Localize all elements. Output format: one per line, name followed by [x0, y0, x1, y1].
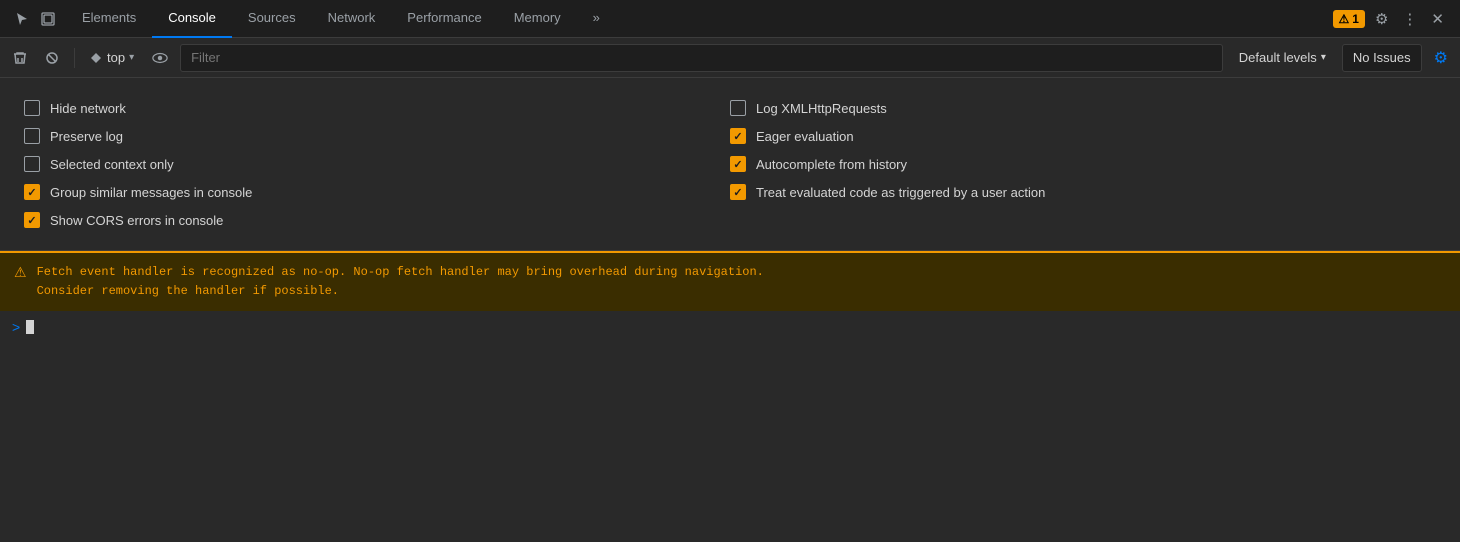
tab-memory[interactable]: Memory [498, 0, 577, 38]
console-cursor [26, 320, 34, 334]
log-levels-button[interactable]: Default levels ▾ [1231, 47, 1334, 68]
gear-icon: ⚙ [1375, 10, 1388, 28]
more-menu-button[interactable]: ⋮ [1398, 6, 1421, 32]
warning-message: ⚠ Fetch event handler is recognized as n… [0, 251, 1460, 311]
selected-context-label: Selected context only [50, 157, 174, 172]
settings-panel: Hide network Preserve log Selected conte… [0, 78, 1460, 251]
settings-right-column: Log XMLHttpRequests Eager evaluation Aut… [730, 94, 1436, 234]
layers-icon[interactable] [38, 9, 58, 29]
levels-chevron-icon: ▾ [1321, 52, 1326, 63]
tab-bar-right: ⚠ 1 ⚙ ⋮ ✕ [1333, 6, 1456, 32]
warning-count: 1 [1352, 12, 1359, 26]
more-icon: ⋮ [1402, 10, 1417, 28]
selected-context-row: Selected context only [24, 150, 730, 178]
console-settings-button[interactable]: ⚙ [1430, 44, 1452, 72]
clear-console-button[interactable] [8, 46, 32, 70]
close-icon: ✕ [1431, 10, 1444, 28]
warning-triangle-icon: ⚠ [14, 264, 27, 281]
settings-gear-icon: ⚙ [1434, 50, 1448, 67]
no-issues-button[interactable]: No Issues [1342, 44, 1422, 72]
preserve-log-label: Preserve log [50, 129, 123, 144]
tab-network[interactable]: Network [312, 0, 392, 38]
console-toolbar: top ▾ Default levels ▾ No Issues ⚙ [0, 38, 1460, 78]
levels-label: Default levels [1239, 50, 1317, 65]
treat-evaluated-row: Treat evaluated code as triggered by a u… [730, 178, 1436, 206]
hide-network-label: Hide network [50, 101, 126, 116]
log-xhr-checkbox[interactable] [730, 100, 746, 116]
hide-network-row: Hide network [24, 94, 730, 122]
settings-button[interactable]: ⚙ [1371, 6, 1392, 32]
group-similar-label: Group similar messages in console [50, 185, 252, 200]
hide-network-checkbox[interactable] [24, 100, 40, 116]
warning-badge[interactable]: ⚠ 1 [1333, 10, 1365, 28]
preserve-log-row: Preserve log [24, 122, 730, 150]
tab-sources[interactable]: Sources [232, 0, 312, 38]
autocomplete-checkbox[interactable] [730, 156, 746, 172]
cursor-icon[interactable] [12, 9, 32, 29]
warning-icon: ⚠ [1339, 12, 1350, 26]
show-cors-row: Show CORS errors in console [24, 206, 730, 234]
group-similar-row: Group similar messages in console [24, 178, 730, 206]
tab-console[interactable]: Console [152, 0, 232, 38]
autocomplete-row: Autocomplete from history [730, 150, 1436, 178]
group-similar-checkbox[interactable] [24, 184, 40, 200]
context-label: top [107, 50, 125, 65]
eye-button[interactable] [148, 46, 172, 70]
eager-eval-row: Eager evaluation [730, 122, 1436, 150]
settings-left-column: Hide network Preserve log Selected conte… [24, 94, 730, 234]
toolbar-divider [74, 48, 75, 68]
close-button[interactable]: ✕ [1427, 6, 1448, 32]
console-input-row: > [0, 311, 1460, 343]
chevron-down-icon: ▾ [129, 52, 134, 63]
selected-context-checkbox[interactable] [24, 156, 40, 172]
window-icons [4, 9, 66, 29]
tab-more[interactable]: » [577, 0, 616, 38]
stop-recording-button[interactable] [40, 46, 64, 70]
show-cors-checkbox[interactable] [24, 212, 40, 228]
log-xhr-label: Log XMLHttpRequests [756, 101, 887, 116]
eager-eval-label: Eager evaluation [756, 129, 854, 144]
autocomplete-label: Autocomplete from history [756, 157, 907, 172]
prompt-icon: > [12, 319, 20, 335]
eager-eval-checkbox[interactable] [730, 128, 746, 144]
filter-input[interactable] [180, 44, 1223, 72]
treat-evaluated-label: Treat evaluated code as triggered by a u… [756, 185, 1045, 200]
log-xhr-row: Log XMLHttpRequests [730, 94, 1436, 122]
preserve-log-checkbox[interactable] [24, 128, 40, 144]
warning-text: Fetch event handler is recognized as no-… [37, 263, 764, 301]
tab-elements[interactable]: Elements [66, 0, 152, 38]
tab-performance[interactable]: Performance [391, 0, 497, 38]
context-selector[interactable]: top ▾ [85, 47, 140, 68]
show-cors-label: Show CORS errors in console [50, 213, 223, 228]
tab-bar: Elements Console Sources Network Perform… [0, 0, 1460, 38]
treat-evaluated-checkbox[interactable] [730, 184, 746, 200]
